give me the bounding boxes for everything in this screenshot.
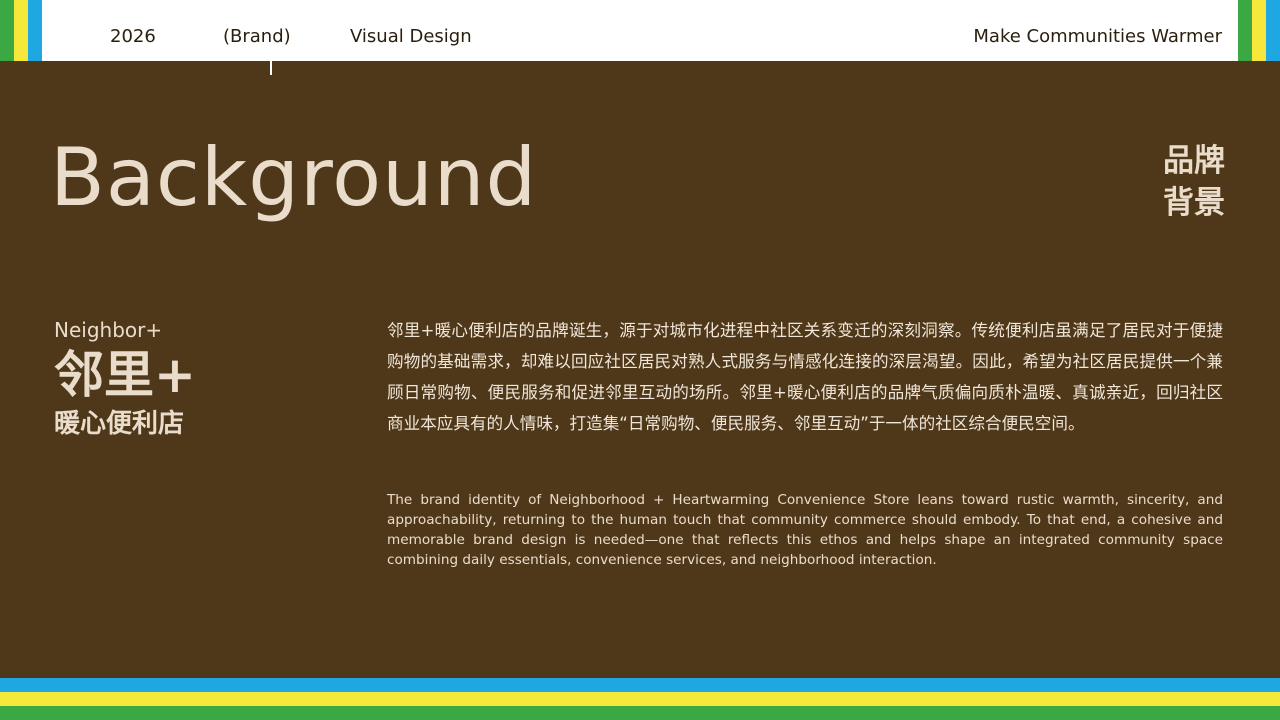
left-stripe-green	[0, 0, 14, 61]
brand-subtitle-cn: 暖心便利店	[54, 409, 185, 439]
bottom-stripe-yellow	[0, 692, 1280, 706]
header-brand: (Brand)	[223, 26, 291, 47]
header-tagline: Make Communities Warmer	[973, 26, 1222, 47]
header-year: 2026	[110, 26, 156, 47]
body-paragraph-en: The brand identity of Neighborhood + Hea…	[387, 492, 1223, 568]
bottom-stripe-blue	[0, 678, 1280, 692]
page-title-cn-line1: 品牌	[1163, 143, 1225, 179]
brand-name-en: Neighbor+	[54, 318, 163, 342]
section-indicator-tick	[270, 61, 272, 75]
bottom-stripe-green	[0, 706, 1280, 720]
page-title-cn: 品牌 背景	[1145, 140, 1225, 224]
right-stripe-blue	[1266, 0, 1280, 61]
left-stripe-blue	[28, 0, 42, 61]
brand-name-cn: 邻里+	[54, 346, 196, 404]
left-stripe-yellow	[14, 0, 28, 61]
header-section: Visual Design	[350, 26, 472, 47]
right-stripe-green	[1238, 0, 1252, 61]
right-stripe-yellow	[1252, 0, 1266, 61]
page-title: Background	[50, 131, 538, 224]
body-paragraph-cn: 邻里+暖心便利店的品牌诞生，源于对城市化进程中社区关系变迁的深刻洞察。传统便利店…	[387, 321, 1223, 433]
page-title-cn-line2: 背景	[1163, 185, 1225, 221]
